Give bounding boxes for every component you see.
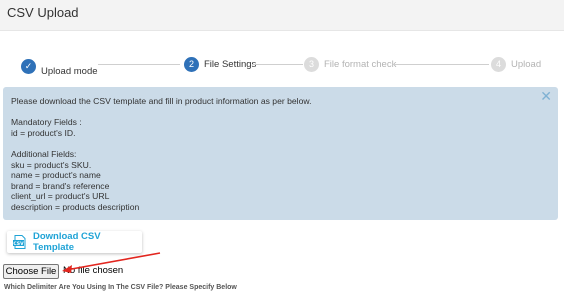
- annotation-arrow: [62, 252, 161, 273]
- delimiter-question: Which Delimiter Are You Using In The CSV…: [4, 284, 237, 291]
